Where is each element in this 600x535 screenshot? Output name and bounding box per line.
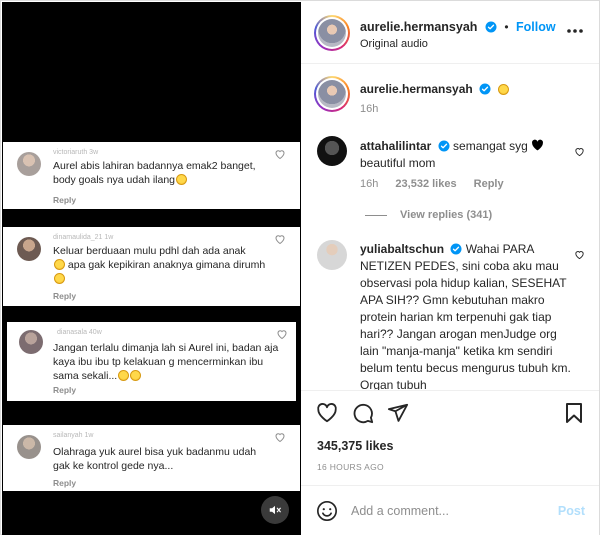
audio-label[interactable]: Original audio [360, 38, 428, 50]
post-likes-count[interactable]: 345,375 likes [317, 439, 393, 453]
mute-button[interactable] [261, 496, 289, 524]
card-text: Jangan terlalu dimanja lah si Aurel ini,… [53, 342, 279, 382]
card-username: dianasala 40w [57, 329, 102, 336]
laughing-emoji-icon [130, 370, 142, 381]
verified-badge-icon [438, 140, 450, 152]
comment-text: attahalilintar semangat syg beautiful mo… [360, 138, 571, 172]
reply-link: Reply [53, 385, 77, 395]
follow-button[interactable]: Follow [516, 20, 556, 34]
card-text: Olahraga yuk aurel bisa yuk badanmu udah… [53, 446, 257, 472]
comment-input[interactable] [351, 500, 541, 522]
avatar [17, 435, 41, 459]
post-timestamp[interactable]: 16 HOURS AGO [317, 462, 384, 472]
grinning-emoji-icon [54, 273, 65, 284]
reply-button[interactable]: Reply [474, 178, 504, 190]
speaker-muted-icon [269, 505, 281, 515]
avatar [19, 330, 43, 354]
smiling-emoji-icon [498, 84, 510, 95]
author-avatar[interactable] [314, 15, 350, 51]
heart-icon [277, 330, 287, 340]
card-username: victoriaruth 3w [53, 149, 99, 156]
caption-time: 16h [360, 103, 379, 115]
author-username[interactable]: aurelie.hermansyah [360, 20, 477, 34]
card-text: Keluar berduaan mulu pdhl dah ada anak a… [53, 244, 270, 286]
replies-divider [365, 215, 387, 216]
share-paper-plane-icon[interactable] [387, 402, 409, 424]
comment-text: yuliabaltschun Wahai PARA NETIZEN PEDES,… [360, 242, 571, 390]
commenter-avatar[interactable] [317, 136, 347, 166]
comment-likes[interactable]: 23,532 likes [395, 178, 456, 190]
heart-icon [275, 433, 285, 443]
comment-card: victoriaruth 3w Aurel abis lahiran badan… [3, 142, 300, 209]
black-heart-icon [532, 139, 544, 151]
comments-list[interactable]: aurelie.hermansyah 16h attahalilintar se… [301, 65, 599, 390]
comment-card: dianasala 40w Jangan terlalu dimanja lah… [7, 322, 296, 401]
reply-link: Reply [53, 195, 77, 205]
reply-link: Reply [53, 291, 77, 301]
post-actions: 345,375 likes 16 HOURS AGO [301, 390, 599, 485]
view-replies-button[interactable]: View replies (341) [400, 209, 492, 221]
post-button[interactable]: Post [558, 504, 585, 518]
reply-link: Reply [53, 478, 77, 488]
like-comment-heart-icon[interactable] [574, 146, 585, 157]
like-heart-icon[interactable] [316, 402, 338, 423]
laughing-emoji-icon [118, 370, 130, 381]
commenter-avatar[interactable] [317, 240, 347, 270]
verified-badge-icon [450, 243, 462, 255]
heart-icon [275, 235, 285, 245]
avatar [17, 152, 41, 176]
verified-badge-icon [485, 21, 497, 33]
post-video[interactable]: victoriaruth 3w Aurel abis lahiran badan… [2, 2, 301, 535]
add-comment-bar: Post [301, 485, 599, 535]
grinning-emoji-icon [54, 259, 65, 270]
verified-badge-icon [479, 83, 491, 95]
comment-meta: 16h 23,532 likes Reply [360, 178, 504, 190]
card-text: Aurel abis lahiran badannya emak2 banget… [53, 160, 256, 186]
save-bookmark-icon[interactable] [565, 402, 583, 424]
comment-card: sailanyah 1w Olahraga yuk aurel bisa yuk… [3, 425, 300, 491]
post-header: aurelie.hermansyah • Follow Original aud… [301, 2, 599, 64]
card-username: dinamaulida_21 1w [53, 234, 114, 241]
more-dots-icon[interactable] [567, 28, 583, 34]
laughing-emoji-icon [176, 174, 188, 185]
instagram-post-window: victoriaruth 3w Aurel abis lahiran badan… [0, 0, 600, 535]
post-details-panel: aurelie.hermansyah • Follow Original aud… [301, 2, 599, 535]
comment-bubble-icon[interactable] [352, 402, 374, 424]
caption-text: aurelie.hermansyah [360, 81, 571, 98]
heart-icon [275, 150, 285, 160]
comment-card: dinamaulida_21 1w Keluar berduaan mulu p… [3, 227, 300, 306]
emoji-picker-icon[interactable] [316, 500, 338, 522]
like-comment-heart-icon[interactable] [574, 249, 585, 260]
avatar [17, 237, 41, 261]
card-username: sailanyah 1w [53, 432, 94, 439]
author-avatar[interactable] [314, 76, 350, 112]
